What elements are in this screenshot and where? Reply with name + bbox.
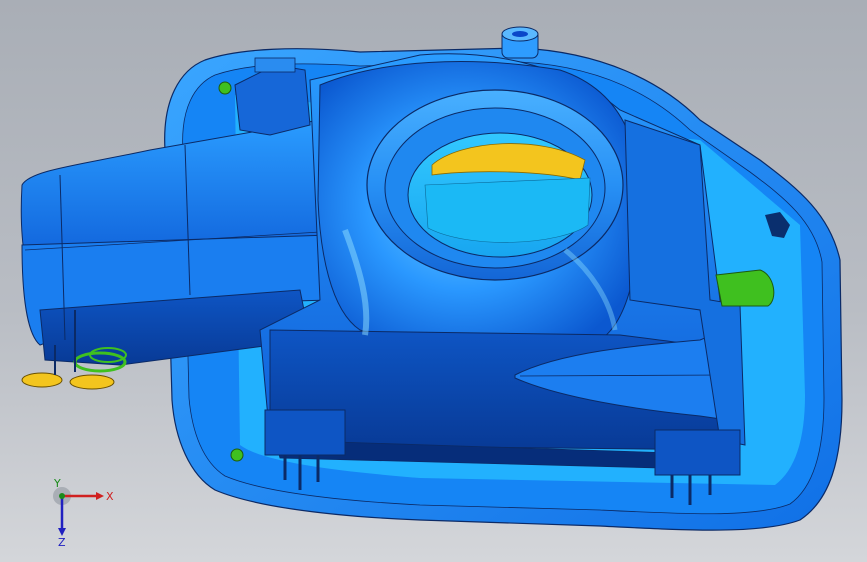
x-axis-head: [96, 492, 104, 500]
locating-pin: [218, 81, 232, 95]
z-axis-label: Z: [58, 536, 66, 548]
x-axis-label: X: [106, 490, 114, 503]
locating-pin: [230, 448, 244, 462]
tube-inner-floor: [424, 177, 591, 243]
z-axis-head: [58, 528, 66, 536]
left-clip-tab: [254, 57, 296, 73]
green-plug: [715, 269, 775, 307]
3d-viewport[interactable]: [0, 0, 867, 562]
y-axis-label: Y: [53, 478, 61, 490]
axis-triad: X Y Z: [53, 478, 114, 548]
y-axis-dot: [59, 493, 65, 499]
top-nozzle-hole: [512, 31, 528, 37]
